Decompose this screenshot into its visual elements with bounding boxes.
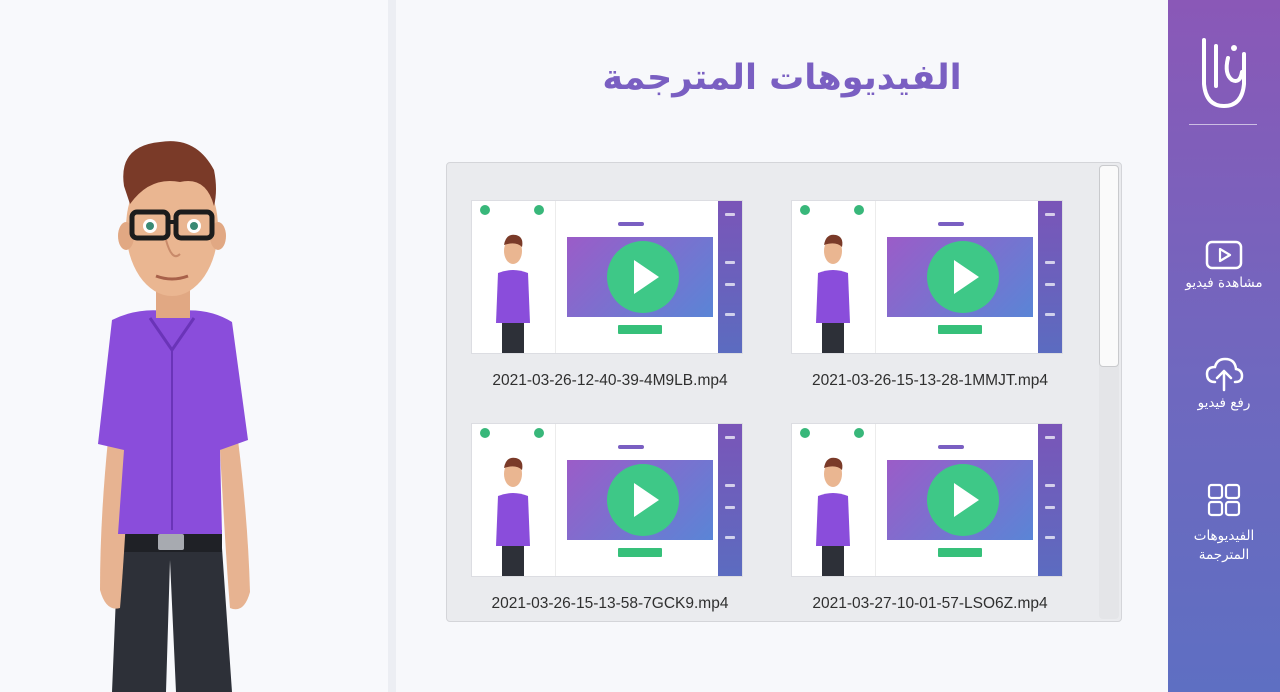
video-gallery: 2021-03-26-15-13-28-1MMJT.mp4 2021-03-26… [446, 162, 1122, 622]
play-button-icon[interactable] [924, 464, 1002, 536]
scrollbar-thumb[interactable] [1099, 165, 1119, 367]
cloud-upload-icon [1205, 357, 1244, 392]
avatar-panel [0, 0, 388, 692]
play-button-icon[interactable] [604, 241, 682, 313]
app-root: الفيديوهات المترجمة 2021-03-26-15-13-28-… [0, 0, 1280, 692]
nav-watch-video[interactable]: مشاهدة فيديو [1168, 238, 1280, 293]
app-logo[interactable] [1194, 34, 1254, 114]
nav-translated-videos-label: الفيديوهات المترجمة [1193, 528, 1255, 563]
nav-upload-video[interactable]: رفع فيديو [1168, 354, 1280, 413]
video-card[interactable]: 2021-03-26-15-13-58-7GCK9.mp4 [460, 386, 760, 612]
video-thumbnail[interactable] [471, 423, 743, 577]
logo-divider [1189, 124, 1257, 125]
grid-icon [1207, 483, 1241, 517]
video-card[interactable]: 2021-03-26-15-13-28-1MMJT.mp4 [780, 163, 1080, 389]
play-button-icon[interactable] [604, 464, 682, 536]
video-card[interactable]: 2021-03-27-10-01-57-LSO6Z.mp4 [780, 386, 1080, 612]
video-thumbnail[interactable] [791, 423, 1063, 577]
play-video-icon [1205, 240, 1243, 270]
page-title: الفيديوهات المترجمة [602, 58, 962, 98]
video-file-name[interactable]: 2021-03-26-15-13-58-7GCK9.mp4 [460, 595, 760, 613]
nav-watch-video-label: مشاهدة فيديو [1185, 275, 1263, 291]
nav-upload-video-label: رفع فيديو [1197, 395, 1251, 411]
video-thumbnail[interactable] [471, 200, 743, 354]
sign-language-avatar [98, 141, 250, 692]
sidebar: مشاهدة فيديو رفع فيديو الفيديوهات المترج… [1168, 0, 1280, 692]
gallery-scrollbar[interactable] [1099, 165, 1119, 619]
nav-translated-videos[interactable]: الفيديوهات المترجمة [1168, 481, 1280, 565]
video-thumbnail[interactable] [791, 200, 1063, 354]
video-file-name[interactable]: 2021-03-27-10-01-57-LSO6Z.mp4 [780, 595, 1080, 613]
play-button-icon[interactable] [924, 241, 1002, 313]
panel-divider [388, 0, 396, 692]
video-card[interactable]: 2021-03-26-12-40-39-4M9LB.mp4 [460, 163, 760, 389]
main-content: الفيديوهات المترجمة 2021-03-26-15-13-28-… [396, 0, 1168, 692]
